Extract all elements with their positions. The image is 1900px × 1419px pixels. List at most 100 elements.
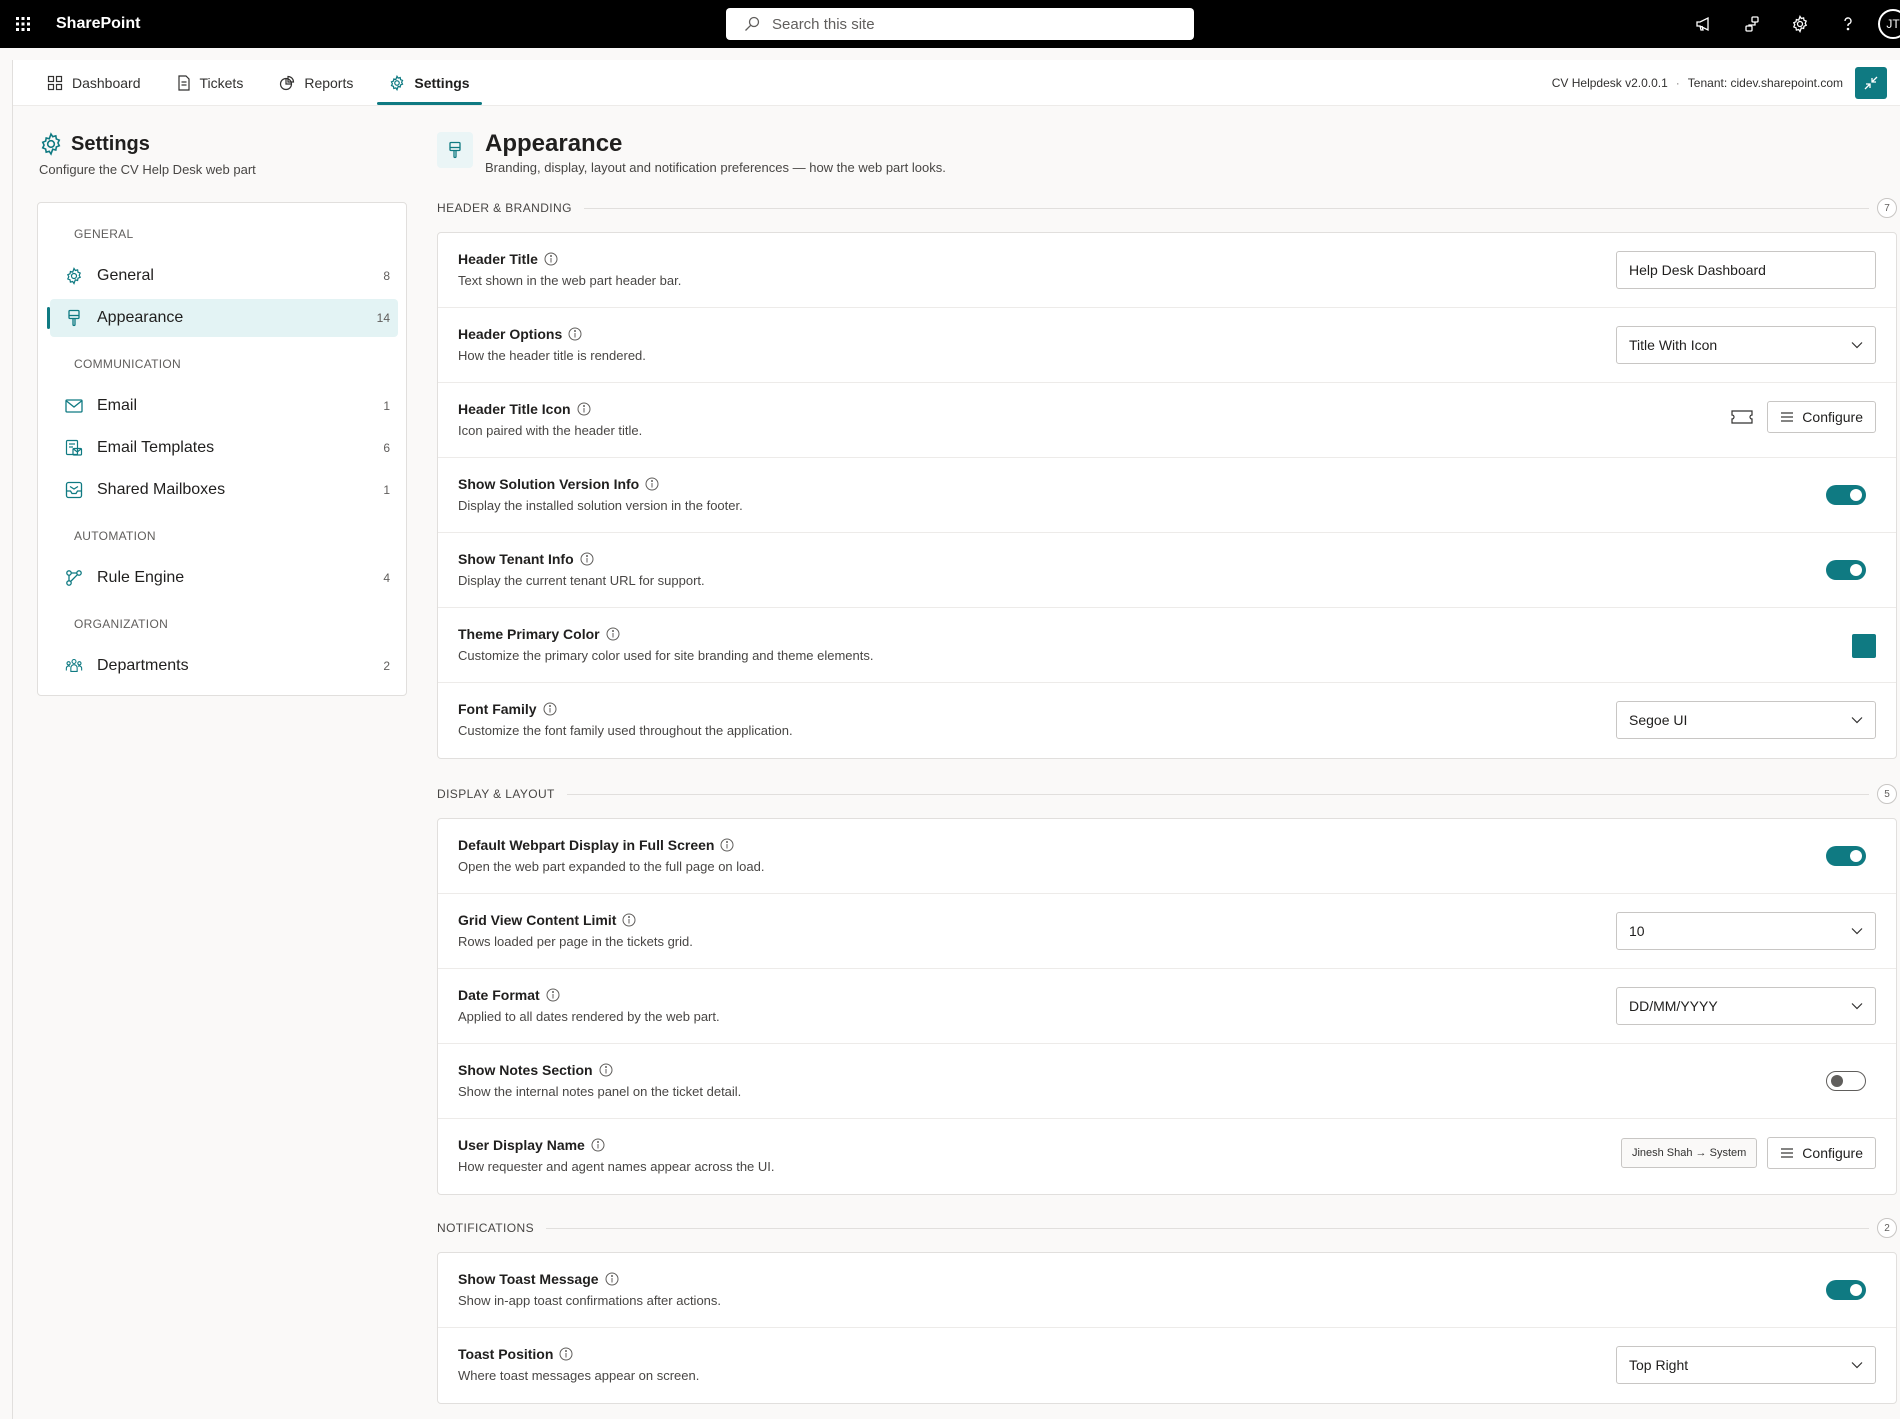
grid-limit-dropdown[interactable]: 10 [1616, 912, 1876, 950]
sidebar-item-label: Email [97, 397, 138, 414]
document-icon [177, 74, 191, 91]
section-title: DISPLAY & LAYOUT [437, 787, 555, 801]
setting-description: Customize the primary color used for sit… [458, 648, 874, 663]
sidebar-item-label: Departments [97, 657, 189, 674]
info-icon[interactable] [580, 552, 594, 566]
header-title-input[interactable]: Help Desk Dashboard [1616, 251, 1876, 289]
full-screen-toggle[interactable] [1826, 846, 1866, 866]
header-options-dropdown[interactable]: Title With Icon [1616, 326, 1876, 364]
dashboard-icon [47, 75, 63, 91]
info-icon[interactable] [645, 477, 659, 491]
gear-icon [39, 132, 63, 156]
megaphone-icon[interactable] [1680, 0, 1728, 48]
info-icon[interactable] [605, 1272, 619, 1286]
setting-description: Icon paired with the header title. [458, 423, 643, 438]
divider [545, 1227, 1869, 1229]
sidebar-item-count: 4 [383, 571, 390, 585]
report-icon [279, 75, 295, 91]
info-icon[interactable] [544, 252, 558, 266]
mail-template-icon [65, 439, 83, 457]
tab-dashboard[interactable]: Dashboard [35, 60, 153, 105]
sidebar-item-count: 1 [383, 483, 390, 497]
setting-label: Show Toast Message [458, 1271, 599, 1287]
chevron-down-icon [1851, 716, 1863, 724]
tab-label: Settings [414, 74, 470, 91]
info-icon[interactable] [599, 1063, 613, 1077]
avatar[interactable]: JT [1878, 9, 1900, 39]
sidebar-item-label: Rule Engine [97, 569, 185, 586]
dropdown-value: Top Right [1629, 1357, 1689, 1373]
sidebar-item-shared-mailboxes[interactable]: Shared Mailboxes 1 [50, 471, 398, 509]
menu-icon [1780, 411, 1794, 423]
setting-row-header-title: Header Title Text shown in the web part … [438, 233, 1896, 308]
info-icon[interactable] [606, 627, 620, 641]
setting-row-header-title-icon: Header Title Icon Icon paired with the h… [438, 383, 1896, 458]
sidebar-item-general[interactable]: General 8 [50, 257, 398, 295]
divider [566, 793, 1869, 795]
sidebar-item-appearance[interactable]: Appearance 14 [47, 299, 398, 337]
date-format-dropdown[interactable]: DD/MM/YYYY [1616, 987, 1876, 1025]
sidebar-item-email[interactable]: Email 1 [50, 387, 398, 425]
app-launcher-icon[interactable] [0, 0, 46, 48]
info-icon[interactable] [546, 988, 560, 1002]
info-icon[interactable] [622, 913, 636, 927]
tab-label: Reports [304, 74, 354, 91]
setting-description: Open the web part expanded to the full p… [458, 859, 765, 874]
gear-icon [389, 74, 405, 91]
dropdown-value: Segoe UI [1629, 712, 1688, 728]
setting-label: User Display Name [458, 1137, 585, 1153]
show-tenant-toggle[interactable] [1826, 560, 1866, 580]
font-family-dropdown[interactable]: Segoe UI [1616, 701, 1876, 739]
page-header: Appearance Branding, display, layout and… [437, 130, 946, 175]
webpart-frame: Dashboard Tickets Reports Settings CV He… [12, 60, 1900, 1419]
show-toast-toggle[interactable] [1826, 1280, 1866, 1300]
card-display-layout: Default Webpart Display in Full Screen O… [437, 818, 1897, 1195]
setting-description: Applied to all dates rendered by the web… [458, 1009, 720, 1024]
setting-label: Toast Position [458, 1346, 554, 1362]
setting-description: How requester and agent names appear acr… [458, 1159, 775, 1174]
sidebar-item-count: 14 [376, 311, 390, 325]
sidebar-item-label: General [97, 267, 154, 284]
info-icon[interactable] [577, 402, 591, 416]
collapse-icon [1864, 76, 1878, 90]
sidebar-item-rule-engine[interactable]: Rule Engine 4 [50, 559, 398, 597]
help-icon[interactable] [1824, 0, 1872, 48]
setting-label: Show Solution Version Info [458, 476, 640, 492]
sidebar-item-count: 1 [383, 399, 390, 413]
gear-icon[interactable] [1776, 0, 1824, 48]
setting-row-user-display-name: User Display Name How requester and agen… [438, 1119, 1896, 1194]
tab-reports[interactable]: Reports [267, 60, 365, 105]
group-label-general: GENERAL [74, 227, 134, 241]
info-icon[interactable] [568, 327, 582, 341]
info-icon[interactable] [720, 838, 734, 852]
suite-bar: SharePoint Search this site JT [0, 0, 1900, 48]
info-icon[interactable] [543, 702, 557, 716]
info-icon[interactable] [591, 1138, 605, 1152]
sidebar-item-email-templates[interactable]: Email Templates 6 [50, 429, 398, 467]
sidebar-item-departments[interactable]: Departments 2 [50, 647, 398, 685]
info-icon[interactable] [559, 1347, 573, 1361]
notes-section-toggle[interactable] [1826, 1071, 1866, 1091]
setting-label: Date Format [458, 987, 540, 1003]
configure-display-name-button[interactable]: Configure [1767, 1137, 1876, 1169]
sidebar-item-count: 8 [383, 269, 390, 283]
setting-label: Header Title Icon [458, 401, 571, 417]
exit-fullscreen-button[interactable] [1855, 67, 1887, 99]
theme-color-swatch[interactable] [1852, 634, 1876, 658]
search-input[interactable]: Search this site [726, 8, 1194, 40]
sharing-icon[interactable] [1728, 0, 1776, 48]
setting-label: Show Notes Section [458, 1062, 593, 1078]
show-version-toggle[interactable] [1826, 485, 1866, 505]
search-placeholder: Search this site [772, 15, 875, 33]
page-subtitle: Branding, display, layout and notificati… [485, 160, 946, 175]
tab-settings[interactable]: Settings [377, 60, 482, 105]
paintbrush-icon [437, 132, 473, 168]
webpart-nav: Dashboard Tickets Reports Settings CV He… [13, 60, 1900, 106]
group-label-communication: COMMUNICATION [74, 357, 182, 371]
toast-position-dropdown[interactable]: Top Right [1616, 1346, 1876, 1384]
tab-tickets[interactable]: Tickets [165, 60, 256, 105]
card-notifications: Show Toast Message Show in-app toast con… [437, 1252, 1897, 1404]
brand-name[interactable]: SharePoint [56, 15, 140, 33]
configure-icon-button[interactable]: Configure [1767, 401, 1876, 433]
setting-row-date-format: Date Format Applied to all dates rendere… [438, 969, 1896, 1044]
